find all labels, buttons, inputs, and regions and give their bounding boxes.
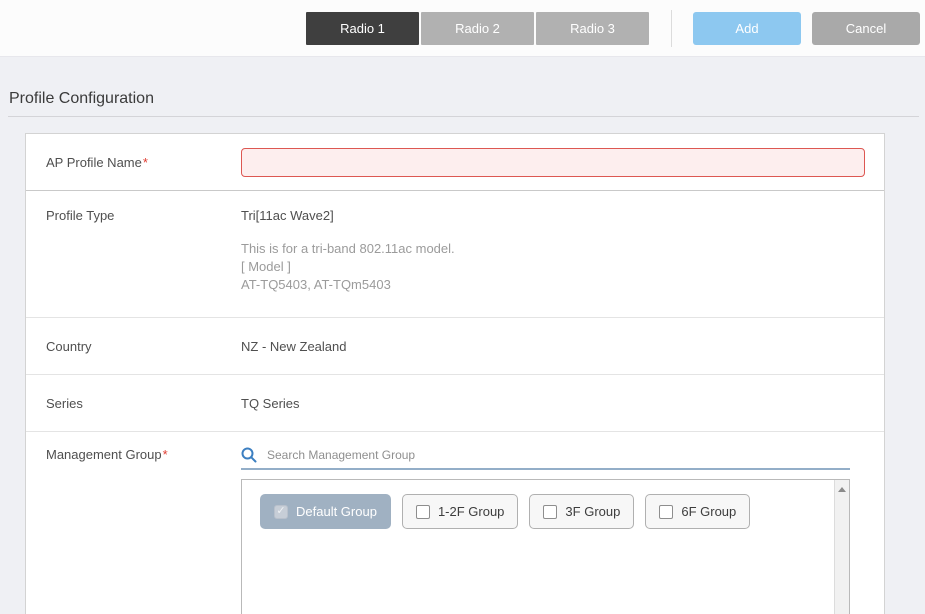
tab-radio-2[interactable]: Radio 2	[421, 12, 534, 45]
tab-radio-3[interactable]: Radio 3	[536, 12, 649, 45]
management-group-listbox: Default Group 1-2F Group 3F Group 6F Gro…	[241, 479, 850, 614]
checkbox-icon	[543, 505, 557, 519]
group-option-label: 6F Group	[681, 504, 736, 519]
profile-type-label: Profile Type	[46, 208, 241, 317]
checkbox-icon	[659, 505, 673, 519]
group-option-1-2f-group[interactable]: 1-2F Group	[402, 494, 518, 529]
description-line: [ Model ]	[241, 258, 884, 276]
management-group-cell: Default Group 1-2F Group 3F Group 6F Gro…	[241, 447, 850, 614]
toolbar-divider	[671, 10, 672, 47]
search-icon	[241, 447, 257, 463]
group-option-label: 1-2F Group	[438, 504, 504, 519]
checkbox-checked-icon	[274, 505, 288, 519]
management-group-search-input[interactable]	[267, 448, 807, 462]
ap-profile-name-label: AP Profile Name*	[46, 155, 241, 170]
group-option-label: Default Group	[296, 504, 377, 519]
page-title: Profile Configuration	[9, 90, 154, 108]
profile-configuration-panel: AP Profile Name* Profile Type Tri[11ac W…	[25, 133, 885, 614]
management-group-search	[241, 447, 850, 470]
required-marker: *	[163, 447, 168, 462]
title-divider	[8, 116, 919, 117]
row-profile-type: Profile Type Tri[11ac Wave2] This is for…	[26, 191, 884, 318]
country-label: Country	[46, 339, 241, 354]
top-toolbar: Radio 1 Radio 2 Radio 3 Add Cancel	[0, 0, 925, 57]
tab-radio-1[interactable]: Radio 1	[306, 12, 419, 45]
row-management-group: Management Group* Default Group 1-2F Gro…	[26, 432, 884, 614]
country-value: NZ - New Zealand	[241, 339, 884, 354]
series-label: Series	[46, 396, 241, 411]
scrollbar[interactable]	[834, 480, 849, 614]
ap-profile-name-cell	[241, 148, 884, 177]
checkbox-icon	[416, 505, 430, 519]
group-option-default-group[interactable]: Default Group	[260, 494, 391, 529]
group-option-6f-group[interactable]: 6F Group	[645, 494, 750, 529]
series-value: TQ Series	[241, 396, 884, 411]
row-series: Series TQ Series	[26, 375, 884, 432]
cancel-button[interactable]: Cancel	[812, 12, 920, 45]
add-button[interactable]: Add	[693, 12, 801, 45]
label-text: AP Profile Name	[46, 155, 142, 170]
description-line: AT-TQ5403, AT-TQm5403	[241, 276, 884, 294]
group-option-3f-group[interactable]: 3F Group	[529, 494, 634, 529]
label-text: Management Group	[46, 447, 162, 462]
required-marker: *	[143, 155, 148, 170]
row-country: Country NZ - New Zealand	[26, 318, 884, 375]
ap-profile-name-input[interactable]	[241, 148, 865, 177]
management-group-label: Management Group*	[46, 447, 241, 614]
radio-tab-group: Radio 1 Radio 2 Radio 3	[306, 12, 649, 45]
scroll-up-arrow-icon[interactable]	[838, 487, 846, 492]
row-ap-profile-name: AP Profile Name*	[26, 134, 884, 191]
description-line: This is for a tri-band 802.11ac model.	[241, 240, 884, 258]
profile-type-description: This is for a tri-band 802.11ac model. […	[241, 240, 884, 294]
group-option-label: 3F Group	[565, 504, 620, 519]
profile-type-cell: Tri[11ac Wave2] This is for a tri-band 8…	[241, 208, 884, 317]
profile-type-value: Tri[11ac Wave2]	[241, 208, 884, 223]
